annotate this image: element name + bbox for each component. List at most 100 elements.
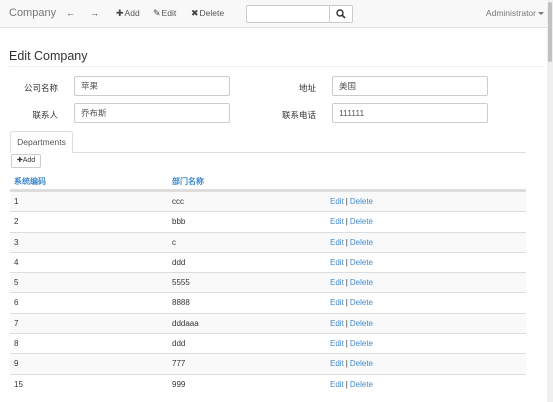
cell-name: 5555: [172, 278, 190, 288]
row-actions: Edit | Delete: [330, 217, 373, 226]
edit-link[interactable]: Edit: [330, 319, 344, 328]
vertical-scrollbar[interactable]: [547, 0, 553, 402]
caret-down-icon: [538, 12, 544, 15]
contact-label: 联系人: [32, 110, 58, 120]
edit-link[interactable]: Edit: [330, 278, 344, 287]
separator: |: [345, 379, 348, 389]
cell-name: dddaaa: [172, 318, 199, 328]
cell-name: ccc: [172, 197, 184, 206]
table-row: 6 8888 Edit | Delete: [10, 292, 526, 312]
separator: |: [345, 359, 348, 369]
row-actions: Edit | Delete: [330, 339, 373, 348]
user-menu[interactable]: Administrator: [486, 8, 544, 18]
separator: |: [345, 257, 348, 267]
delete-link[interactable]: Delete: [350, 298, 373, 307]
add-button-label: Add: [124, 8, 140, 18]
forward-button[interactable]: →: [90, 8, 100, 18]
delete-link[interactable]: Delete: [350, 339, 373, 348]
cell-code: 4: [14, 257, 19, 267]
delete-button[interactable]: ✖Delete: [191, 8, 224, 19]
delete-link[interactable]: Delete: [350, 217, 373, 226]
edit-button-label: Edit: [161, 8, 177, 18]
table-row: 15 999 Edit | Delete: [10, 373, 526, 394]
tab-departments[interactable]: Departments: [10, 131, 73, 153]
delete-button-label: Delete: [199, 8, 225, 18]
arrow-left-icon: ←: [66, 8, 75, 18]
edit-link[interactable]: Edit: [330, 197, 344, 206]
cell-code: 7: [14, 318, 19, 328]
edit-link[interactable]: Edit: [330, 339, 344, 348]
row-actions: Edit | Delete: [330, 298, 373, 307]
table-row: 9 777 Edit | Delete: [10, 353, 526, 374]
search-icon: [336, 9, 346, 19]
delete-link[interactable]: Delete: [350, 319, 373, 328]
search-button[interactable]: [329, 5, 353, 23]
scrollbar-thumb[interactable]: [548, 2, 552, 62]
pencil-icon: ✎: [153, 8, 161, 18]
edit-button[interactable]: ✎Edit: [153, 8, 176, 19]
plus-icon: ✚: [116, 8, 124, 18]
address-field[interactable]: 美国: [332, 76, 488, 96]
delete-link[interactable]: Delete: [350, 278, 373, 287]
row-actions: Edit | Delete: [330, 278, 373, 287]
add-department-label: Add: [22, 157, 36, 164]
phone-label: 联系电话: [281, 110, 316, 120]
delete-link[interactable]: Delete: [350, 197, 373, 206]
cell-code: 6: [14, 298, 19, 308]
table-header: 系统编码 部门名称: [10, 171, 526, 191]
cell-name: 8888: [172, 298, 190, 308]
delete-link[interactable]: Delete: [350, 380, 373, 389]
cell-code: 1: [14, 197, 19, 206]
page-title: Edit Company: [9, 49, 88, 63]
edit-link[interactable]: Edit: [330, 380, 344, 389]
cell-name: ddd: [172, 339, 186, 349]
delete-link[interactable]: Delete: [350, 359, 373, 368]
table-row: 1 ccc Edit | Delete: [10, 191, 526, 212]
delete-link[interactable]: Delete: [350, 258, 373, 267]
column-header-code[interactable]: 系统编码: [14, 176, 46, 187]
row-actions: Edit | Delete: [330, 238, 373, 247]
separator: |: [345, 217, 348, 227]
title-divider: [9, 66, 544, 67]
table-row: 2 bbb Edit | Delete: [10, 211, 526, 231]
separator: |: [345, 339, 348, 349]
contact-field[interactable]: 乔布斯: [74, 103, 230, 123]
edit-link[interactable]: Edit: [330, 258, 344, 267]
company-name-label: 公司名称: [23, 83, 58, 93]
cell-name: ddd: [172, 257, 186, 267]
cell-code: 2: [14, 217, 19, 227]
row-actions: Edit | Delete: [330, 319, 373, 328]
edit-link[interactable]: Edit: [330, 298, 344, 307]
user-menu-label: Administrator: [485, 8, 536, 18]
address-label: 地址: [298, 83, 316, 93]
cell-name: c: [172, 237, 176, 247]
table-body: 1 ccc Edit | Delete 2 bbb Edit | Delete 3 c Edit | Del…: [10, 191, 526, 394]
add-button[interactable]: ✚Add: [116, 8, 140, 19]
cell-name: bbb: [172, 217, 186, 227]
separator: |: [345, 237, 348, 247]
add-department-button[interactable]: ✚Add: [11, 154, 41, 168]
edit-link[interactable]: Edit: [330, 217, 344, 226]
edit-link[interactable]: Edit: [330, 359, 344, 368]
separator: |: [345, 278, 348, 288]
cell-code: 9: [14, 359, 19, 369]
separator: |: [345, 298, 348, 308]
cell-code: 8: [14, 339, 19, 349]
cell-code: 3: [14, 237, 19, 247]
search-input[interactable]: [246, 5, 330, 23]
column-header-name[interactable]: 部门名称: [172, 176, 204, 187]
cell-code: 5: [14, 278, 19, 288]
edit-link[interactable]: Edit: [330, 238, 344, 247]
back-button[interactable]: ←: [66, 8, 76, 18]
tab-divider: [10, 152, 526, 153]
brand-title[interactable]: Company: [9, 7, 56, 19]
row-actions: Edit | Delete: [330, 359, 373, 368]
delete-link[interactable]: Delete: [350, 238, 373, 247]
cell-code: 15: [14, 379, 23, 389]
departments-table: 系统编码 部门名称 1 ccc Edit | Delete 2 bbb Edit | Delete…: [10, 171, 526, 394]
row-actions: Edit | Delete: [330, 197, 373, 206]
company-name-field[interactable]: 苹果: [74, 76, 230, 96]
close-icon: ✖: [191, 8, 199, 18]
phone-field[interactable]: 111111: [332, 103, 488, 123]
table-row: 7 dddaaa Edit | Delete: [10, 312, 526, 334]
